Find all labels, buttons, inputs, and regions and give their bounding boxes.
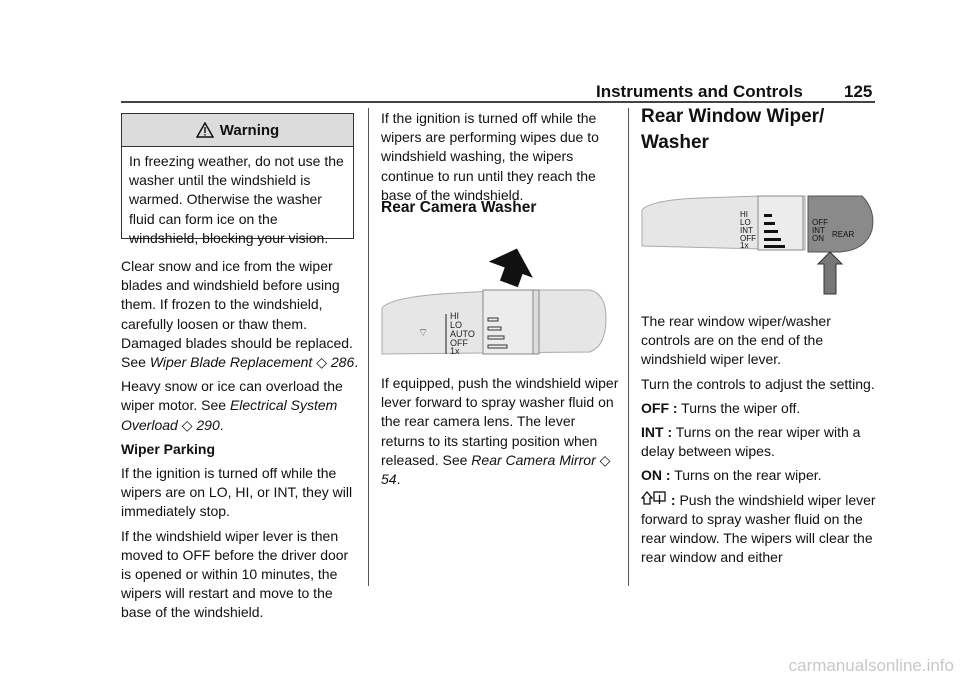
warning-title: Warning [219, 121, 280, 139]
column-divider [368, 108, 369, 586]
wiper-lever-figure: HI LO AUTO OFF 1x ⌔ [381, 248, 607, 356]
column-2-lower: If equipped, push the windshield wiper l… [381, 374, 619, 494]
wiper-icon: ⌔ [418, 327, 428, 339]
column-1: Clear snow and ice from the wiper blades… [121, 257, 359, 628]
link-rear-camera-mirror[interactable]: Rear Camera Mirror [471, 452, 595, 468]
rear-wiper-lever-figure: HI LO INT OFF 1x OFF INT ON REAR [641, 195, 874, 295]
paragraph: Clear snow and ice from the wiper blades… [121, 258, 359, 371]
warning-box: Warning In freezing weather, do not use … [121, 113, 354, 246]
warning-text: In freezing weather, do not use the wash… [129, 153, 344, 246]
push-arrow-icon [488, 248, 533, 288]
rear-label-on: ON [812, 234, 824, 243]
item-int: INT : Turns on the rear wiper with a del… [641, 424, 861, 460]
paragraph: If the windshield wiper lever is then mo… [121, 527, 349, 621]
paragraph: Heavy snow or ice can overload the wiper… [121, 378, 343, 433]
page-number: 125 [844, 82, 873, 101]
paragraph: The rear window wiper/washer controls ar… [641, 313, 831, 368]
paragraph: If the ignition is turned off while the … [121, 465, 353, 520]
label-1x: 1x [450, 346, 460, 356]
warning-triangle-icon [195, 122, 214, 138]
paragraph: If the ignition is turned off while the … [381, 110, 599, 203]
page-ref[interactable]: 290 [196, 417, 219, 433]
item-on: ON : Turns on the rear wiper. [641, 467, 822, 484]
subheading-wiper-parking: Wiper Parking [121, 440, 216, 457]
label-1x: 1x [740, 241, 748, 250]
heading-rear-window-wiper: Rear Window Wiper/ Washer [641, 106, 825, 153]
watermark: carmanualsonline.info [788, 656, 954, 675]
column-3: The rear window wiper/washer controls ar… [640, 312, 879, 572]
link-wiper-blade-replacement[interactable]: Wiper Blade Replacement [150, 354, 313, 370]
page-ref[interactable]: 54 [381, 471, 397, 487]
rear-washer-icon [640, 490, 666, 505]
heading-rear-camera-washer: Rear Camera Washer [381, 199, 537, 216]
item-off: OFF : Turns the wiper off. [641, 399, 801, 416]
paragraph: If equipped, push the windshield wiper l… [381, 375, 619, 488]
paragraph: Turn the controls to adjust the setting. [641, 375, 875, 392]
item-rear-washer: : Push the windshield wiper lever forwar… [640, 490, 876, 566]
page-ref[interactable]: 286 [331, 354, 354, 370]
rear-label: REAR [832, 230, 854, 239]
header-rule [121, 101, 875, 103]
column-2: If the ignition is turned off while the … [381, 109, 619, 210]
column-divider [628, 108, 629, 586]
section-title: Instruments and Controls [596, 82, 803, 101]
up-arrow-icon [816, 251, 844, 295]
